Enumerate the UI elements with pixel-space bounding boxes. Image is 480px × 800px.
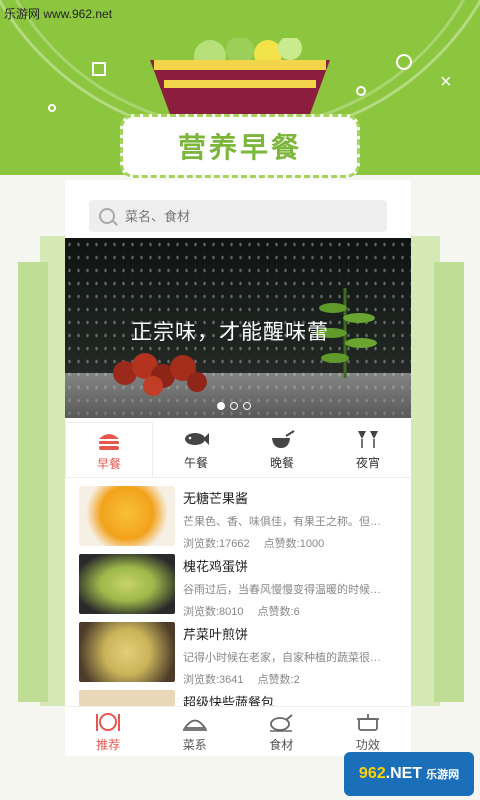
tab-lunch[interactable]: 午餐 xyxy=(153,422,239,477)
search-bar[interactable] xyxy=(89,200,387,232)
tab-label: 晚餐 xyxy=(269,456,294,470)
like-count: 点赞数:2 xyxy=(257,674,300,686)
carousel-dot[interactable] xyxy=(230,402,238,410)
tab-label: 早餐 xyxy=(96,456,121,471)
recipe-thumbnail xyxy=(79,690,175,706)
view-count: 浏览数:3641 xyxy=(183,674,244,686)
burger-icon xyxy=(99,433,119,450)
view-count: 浏览数:8010 xyxy=(183,606,244,618)
side-frame xyxy=(434,262,464,702)
watermark-sub: 乐游网 xyxy=(426,769,460,781)
watermark-prefix: 962 xyxy=(358,765,386,782)
promo-banner[interactable]: 正宗味，才能醒味蕾 xyxy=(65,238,411,418)
recipe-description: 谷雨过后，当春风慢慢变得温暖的时候… xyxy=(183,584,381,596)
carousel-dot[interactable] xyxy=(243,402,251,410)
source-label: 乐游网 www.962.net xyxy=(4,7,113,21)
main-card: 正宗味，才能醒味蕾 早餐 午餐 晚餐 xyxy=(65,180,411,710)
carousel-dots[interactable] xyxy=(217,402,251,410)
carousel-dot[interactable] xyxy=(217,402,225,410)
nav-ingredients[interactable]: 食材 xyxy=(238,707,325,756)
side-frame xyxy=(18,262,48,702)
tab-late-night[interactable]: 夜宵 xyxy=(325,422,411,477)
recipe-name: 超级快些蔬餐包 xyxy=(183,695,275,706)
site-watermark: 962 .NET 乐游网 xyxy=(344,752,474,796)
recipe-description: 芒果色、香、味俱佳，有果王之称。但… xyxy=(183,516,381,528)
like-count: 点赞数:6 xyxy=(257,606,300,618)
tab-dinner[interactable]: 晚餐 xyxy=(239,422,325,477)
decor-circle xyxy=(356,86,366,96)
recipe-thumbnail xyxy=(79,554,175,614)
view-count: 浏览数:17662 xyxy=(183,538,250,550)
decor-square xyxy=(92,62,106,76)
decor-circle xyxy=(396,54,412,70)
watermark-suffix: .NET xyxy=(385,765,423,782)
list-item[interactable]: 超级快些蔬餐包 xyxy=(79,690,401,706)
list-item[interactable]: 槐花鸡蛋饼 谷雨过后，当春风慢慢变得温暖的时候… 浏览数:8010 点赞数:6 xyxy=(79,554,401,622)
banner-caption: 正宗味，才能醒味蕾 xyxy=(131,321,329,344)
search-input[interactable] xyxy=(125,208,365,224)
cooking-pot-icon xyxy=(356,713,379,731)
recipe-name: 无糖芒果酱 xyxy=(183,491,249,506)
chicken-icon xyxy=(270,713,293,732)
decor-circle xyxy=(48,104,56,112)
salad-bowl-icon xyxy=(150,38,330,114)
list-item[interactable]: 无糖芒果酱 芒果色、香、味俱佳，有果王之称。但… 浏览数:17662 点赞数:10… xyxy=(79,486,401,554)
bottom-nav: 推荐 菜系 食材 功效 xyxy=(65,706,411,756)
tab-label: 夜宵 xyxy=(355,456,380,470)
recipe-thumbnail xyxy=(79,622,175,682)
tab-label: 午餐 xyxy=(183,456,208,470)
decor-cross: × xyxy=(440,71,452,93)
meal-tabs: 早餐 午餐 晚餐 夜宵 xyxy=(65,422,411,478)
recipe-list: 无糖芒果酱 芒果色、香、味俱佳，有果王之称。但… 浏览数:17662 点赞数:10… xyxy=(79,486,401,706)
page-title-badge: 营养早餐 xyxy=(120,114,360,178)
recipe-name: 芹菜叶煎饼 xyxy=(183,627,249,642)
like-count: 点赞数:1000 xyxy=(263,538,325,550)
nav-cuisine[interactable]: 菜系 xyxy=(152,707,239,756)
nav-label: 菜系 xyxy=(182,737,207,752)
tab-breakfast[interactable]: 早餐 xyxy=(65,422,153,477)
nav-recommend[interactable]: 推荐 xyxy=(65,707,152,756)
pot-icon xyxy=(272,430,295,448)
nav-label: 食材 xyxy=(269,737,294,752)
page-title: 营养早餐 xyxy=(177,132,302,163)
wine-glasses-icon xyxy=(358,431,378,448)
nav-label: 功效 xyxy=(355,737,380,752)
recipe-description: 记得小时候在老家，自家种植的蔬菜很… xyxy=(183,652,381,664)
food-image xyxy=(113,353,207,396)
recipe-name: 槐花鸡蛋饼 xyxy=(183,559,249,574)
nav-label: 推荐 xyxy=(96,737,121,752)
search-icon xyxy=(99,208,115,224)
plate-cutlery-icon xyxy=(96,712,121,731)
fish-icon xyxy=(185,433,209,445)
list-item[interactable]: 芹菜叶煎饼 记得小时候在老家，自家种植的蔬菜很… 浏览数:3641 点赞数:2 xyxy=(79,622,401,690)
nav-effects[interactable]: 功效 xyxy=(325,707,412,756)
recipe-thumbnail xyxy=(79,486,175,546)
cloche-icon xyxy=(182,719,207,731)
